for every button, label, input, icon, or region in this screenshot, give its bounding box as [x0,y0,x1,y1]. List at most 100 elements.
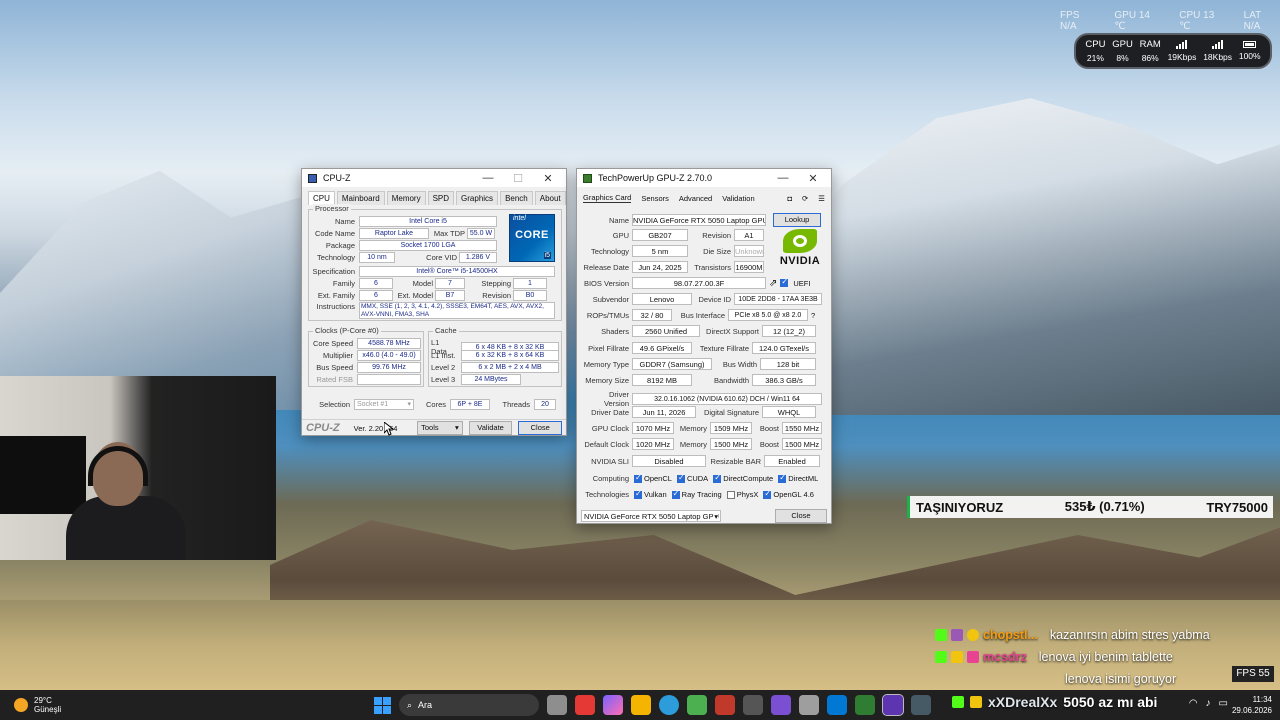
label-model: Model [412,279,433,288]
refresh-icon[interactable]: ⟳ [802,194,808,203]
close-icon[interactable]: ✕ [536,172,560,185]
camera-icon[interactable]: ◘ [787,194,792,203]
webcam-monitor [0,436,86,514]
checkbox-box [634,489,642,500]
task-view-icon[interactable] [547,695,567,715]
checkbox-cuda[interactable]: CUDA [676,473,708,484]
minimize-icon[interactable]: — [476,172,500,184]
checkbox-physx[interactable]: PhysX [726,490,758,500]
label-transistors: Transistors [694,262,731,272]
value-shaders: 2560 Unified [632,325,700,337]
checkbox-directml[interactable]: DirectML [778,473,818,484]
app-icon[interactable] [799,695,819,715]
wifi-icon[interactable]: ◠ [1189,698,1198,709]
taskbar-apps: ⌕ Ara [374,694,931,716]
perf-label: RAM [1139,39,1161,50]
chat-text: lenova iyi benim tablette [1038,650,1173,664]
menu-icon[interactable]: ☰ [818,194,825,203]
weather-widget[interactable]: 29°C Güneşli [14,696,134,714]
clock-date: 29.06.2026 [1231,706,1272,715]
gpuz-title: TechPowerUp GPU-Z 2.70.0 [598,173,713,183]
top-stat-fps: FPS N/A [1060,10,1080,32]
socket-select[interactable]: Socket #1 ▾ [354,399,414,410]
tab-mainboard[interactable]: Mainboard [336,191,385,205]
label-revision: Revision [482,291,511,300]
sub-badge-icon [951,629,963,641]
windows-start-icon[interactable] [374,696,391,714]
close-button[interactable]: Close [775,509,827,523]
tab-sensors[interactable]: Sensors [641,194,669,203]
perf-ram: RAM 86% [1140,39,1161,63]
clock[interactable]: 11:34 29.06.2026 [1232,694,1272,716]
perf-battery: 100% [1239,41,1261,61]
tab-graphics-card[interactable]: Graphics Card [583,193,632,203]
kick-badge-icon [952,696,964,708]
taskbar-search[interactable]: ⌕ Ara [399,694,539,716]
tab-cpu[interactable]: CPU [308,191,335,205]
volume-icon[interactable]: ♪ [1206,698,1211,709]
gpu-select[interactable]: NVIDIA GeForce RTX 5050 Laptop GPU ▾ [581,510,721,522]
tab-bench[interactable]: Bench [500,191,533,205]
cpuz-titlebar[interactable]: CPU-Z — ☐ ✕ [302,169,566,187]
tools-button[interactable]: Tools ▾ [417,421,463,435]
value-bus-speed: 99.76 MHz [357,362,421,373]
label-memory-clock: Memory [679,423,707,433]
app-icon[interactable] [771,695,791,715]
edge-icon[interactable] [659,695,679,715]
label-l1-inst: L1 Inst. [431,351,456,360]
value-level-2: 6 x 2 MB + 2 x 4 MB [461,362,559,373]
processor-group-label: Processor [313,204,351,213]
close-button[interactable]: Close [518,421,563,435]
label-uefi: UEFI [793,278,811,288]
gift-badge-icon [967,629,979,641]
checkbox-directcompute[interactable]: DirectCompute [713,473,773,484]
checkbox-label: Ray Tracing [681,490,722,499]
checkbox-opengl[interactable]: OpenGL 4.6 [763,489,814,500]
validate-button[interactable]: Validate [468,421,513,435]
label-bus-width: Bus Width [722,359,757,369]
checkbox-opencl[interactable]: OpenCL [634,473,672,484]
crown-badge-icon [951,651,963,663]
share-icon[interactable]: ⇗ [769,278,777,289]
minimize-icon[interactable]: — [771,172,795,184]
gpuz-titlebar[interactable]: TechPowerUp GPU-Z 2.70.0 — ✕ [577,169,831,187]
label-release-date: Release Date [583,262,629,272]
outlook-icon[interactable] [827,695,847,715]
app-icon[interactable] [855,695,875,715]
app-icon[interactable] [743,695,763,715]
intel-core-i5-logo: intel CORE i5 [509,214,555,262]
tab-graphics[interactable]: Graphics [456,191,499,205]
gpuz-taskbar-icon[interactable] [911,695,931,715]
logo-brand: intel [513,215,526,222]
maximize-icon[interactable]: ☐ [506,172,530,185]
store-icon[interactable] [687,695,707,715]
help-icon[interactable]: ? [811,311,815,320]
value-l1-inst: 6 x 32 KB + 8 x 64 KB [461,350,559,361]
close-icon[interactable]: ✕ [801,172,825,185]
label-ext-model: Ext. Model [397,291,433,300]
tab-advanced[interactable]: Advanced [679,194,712,203]
value-resizable-bar: Enabled [764,455,820,467]
gpuz-tabs: Graphics Card Sensors Advanced Validatio… [577,187,831,205]
tab-spd[interactable]: SPD [427,191,455,205]
battery-icon[interactable]: ▭ [1219,698,1228,709]
label-shaders: Shaders [601,326,629,336]
copilot-icon[interactable] [603,695,623,715]
logo-tier: i5 [543,252,551,259]
uefi-checkbox[interactable] [780,277,789,287]
file-explorer-icon[interactable] [631,695,651,715]
value-bandwidth: 386.3 GB/s [752,374,816,386]
lookup-button[interactable]: Lookup [773,213,821,227]
label-boost: Boost [759,423,779,433]
sub-badge-icon [967,651,979,663]
app-icon-red[interactable] [575,695,595,715]
checkbox-ray-tracing[interactable]: Ray Tracing [671,489,722,500]
checkbox-vulkan[interactable]: Vulkan [634,489,667,500]
cpuz-taskbar-icon[interactable] [882,694,904,716]
cpuz-tabs: CPU Mainboard Memory SPD Graphics Bench … [302,187,566,205]
mcafee-icon[interactable] [715,695,735,715]
cpuz-title: CPU-Z [323,173,351,183]
tab-validation[interactable]: Validation [722,194,754,203]
tab-about[interactable]: About [534,191,566,205]
tab-memory[interactable]: Memory [386,191,426,205]
